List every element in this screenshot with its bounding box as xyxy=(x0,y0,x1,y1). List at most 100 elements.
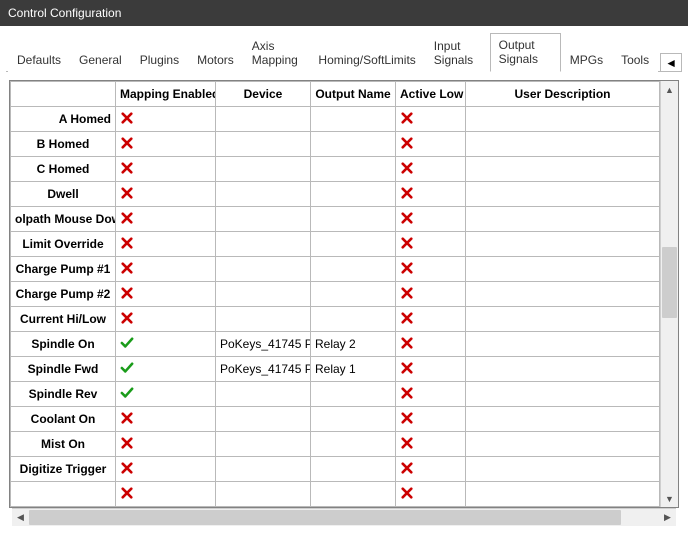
cell-mapping-enabled[interactable] xyxy=(116,457,216,482)
row-header[interactable]: Charge Pump #1 xyxy=(11,257,116,282)
cell-device[interactable] xyxy=(216,157,311,182)
cell-device[interactable]: PoKeys_41745 PE xyxy=(216,357,311,382)
tab-input-signals[interactable]: Input Signals xyxy=(425,34,490,72)
row-header[interactable]: Dwell xyxy=(11,182,116,207)
column-header-active-low[interactable]: Active Low xyxy=(396,82,466,107)
cell-device[interactable] xyxy=(216,232,311,257)
cell-mapping-enabled[interactable] xyxy=(116,157,216,182)
cell-active-low[interactable] xyxy=(396,482,466,507)
column-header-mapping-enabled[interactable]: Mapping Enabled xyxy=(116,82,216,107)
tab-mpgs[interactable]: MPGs xyxy=(561,48,612,72)
cell-output-name[interactable] xyxy=(311,432,396,457)
cell-user-description[interactable] xyxy=(466,482,660,507)
cell-active-low[interactable] xyxy=(396,107,466,132)
cell-user-description[interactable] xyxy=(466,407,660,432)
cell-mapping-enabled[interactable] xyxy=(116,382,216,407)
cell-active-low[interactable] xyxy=(396,382,466,407)
cell-user-description[interactable] xyxy=(466,307,660,332)
vertical-scrollbar[interactable]: ▲ ▼ xyxy=(660,81,679,507)
cell-output-name[interactable] xyxy=(311,282,396,307)
horizontal-scrollbar[interactable]: ◀ ▶ xyxy=(12,508,676,526)
cell-active-low[interactable] xyxy=(396,132,466,157)
table-row[interactable]: Coolant On xyxy=(11,407,660,432)
table-row[interactable] xyxy=(11,482,660,507)
cell-mapping-enabled[interactable] xyxy=(116,257,216,282)
table-row[interactable]: Spindle Rev xyxy=(11,382,660,407)
cell-output-name[interactable] xyxy=(311,107,396,132)
cell-active-low[interactable] xyxy=(396,457,466,482)
column-header-device[interactable]: Device xyxy=(216,82,311,107)
cell-mapping-enabled[interactable] xyxy=(116,332,216,357)
row-header[interactable]: Limit Override xyxy=(11,232,116,257)
table-row[interactable]: A Homed xyxy=(11,107,660,132)
cell-active-low[interactable] xyxy=(396,182,466,207)
scroll-left-button[interactable]: ◀ xyxy=(12,509,29,526)
scroll-track-h[interactable] xyxy=(29,509,659,526)
cell-active-low[interactable] xyxy=(396,232,466,257)
cell-mapping-enabled[interactable] xyxy=(116,182,216,207)
cell-device[interactable] xyxy=(216,282,311,307)
tab-overflow-button[interactable]: ◄ xyxy=(660,53,682,72)
row-header[interactable]: Current Hi/Low xyxy=(11,307,116,332)
table-row[interactable]: Current Hi/Low xyxy=(11,307,660,332)
cell-user-description[interactable] xyxy=(466,332,660,357)
cell-device[interactable] xyxy=(216,257,311,282)
cell-user-description[interactable] xyxy=(466,382,660,407)
table-row[interactable]: Spindle FwdPoKeys_41745 PERelay 1 xyxy=(11,357,660,382)
scroll-up-button[interactable]: ▲ xyxy=(661,81,678,98)
cell-device[interactable] xyxy=(216,107,311,132)
cell-mapping-enabled[interactable] xyxy=(116,307,216,332)
cell-device[interactable] xyxy=(216,407,311,432)
cell-device[interactable] xyxy=(216,132,311,157)
cell-active-low[interactable] xyxy=(396,407,466,432)
table-row[interactable]: B Homed xyxy=(11,132,660,157)
scroll-track[interactable] xyxy=(661,98,678,490)
table-row[interactable]: Charge Pump #1 xyxy=(11,257,660,282)
cell-device[interactable] xyxy=(216,307,311,332)
cell-user-description[interactable] xyxy=(466,432,660,457)
cell-active-low[interactable] xyxy=(396,332,466,357)
cell-user-description[interactable] xyxy=(466,107,660,132)
cell-user-description[interactable] xyxy=(466,157,660,182)
cell-active-low[interactable] xyxy=(396,357,466,382)
cell-mapping-enabled[interactable] xyxy=(116,282,216,307)
tab-output-signals[interactable]: Output Signals xyxy=(490,33,561,72)
cell-user-description[interactable] xyxy=(466,357,660,382)
cell-output-name[interactable]: Relay 1 xyxy=(311,357,396,382)
cell-mapping-enabled[interactable] xyxy=(116,357,216,382)
cell-user-description[interactable] xyxy=(466,457,660,482)
table-row[interactable]: Charge Pump #2 xyxy=(11,282,660,307)
row-header[interactable]: A Homed xyxy=(11,107,116,132)
cell-user-description[interactable] xyxy=(466,132,660,157)
tab-tools[interactable]: Tools xyxy=(612,48,658,72)
cell-mapping-enabled[interactable] xyxy=(116,407,216,432)
cell-user-description[interactable] xyxy=(466,182,660,207)
cell-device[interactable]: PoKeys_41745 PE xyxy=(216,332,311,357)
table-row[interactable]: Dwell xyxy=(11,182,660,207)
cell-mapping-enabled[interactable] xyxy=(116,132,216,157)
cell-user-description[interactable] xyxy=(466,282,660,307)
cell-device[interactable] xyxy=(216,457,311,482)
cell-active-low[interactable] xyxy=(396,432,466,457)
row-header[interactable]: Spindle On xyxy=(11,332,116,357)
scroll-thumb-h[interactable] xyxy=(29,510,621,525)
cell-output-name[interactable] xyxy=(311,232,396,257)
cell-output-name[interactable] xyxy=(311,482,396,507)
row-header[interactable]: Mist On xyxy=(11,432,116,457)
cell-user-description[interactable] xyxy=(466,232,660,257)
row-header[interactable]: C Homed xyxy=(11,157,116,182)
row-header[interactable]: Spindle Rev xyxy=(11,382,116,407)
cell-output-name[interactable] xyxy=(311,132,396,157)
table-row[interactable]: Digitize Trigger xyxy=(11,457,660,482)
tab-defaults[interactable]: Defaults xyxy=(8,48,70,72)
cell-device[interactable] xyxy=(216,432,311,457)
cell-device[interactable] xyxy=(216,482,311,507)
cell-active-low[interactable] xyxy=(396,207,466,232)
cell-output-name[interactable] xyxy=(311,382,396,407)
cell-user-description[interactable] xyxy=(466,257,660,282)
cell-device[interactable] xyxy=(216,382,311,407)
cell-mapping-enabled[interactable] xyxy=(116,482,216,507)
cell-active-low[interactable] xyxy=(396,257,466,282)
cell-active-low[interactable] xyxy=(396,282,466,307)
cell-output-name[interactable] xyxy=(311,157,396,182)
